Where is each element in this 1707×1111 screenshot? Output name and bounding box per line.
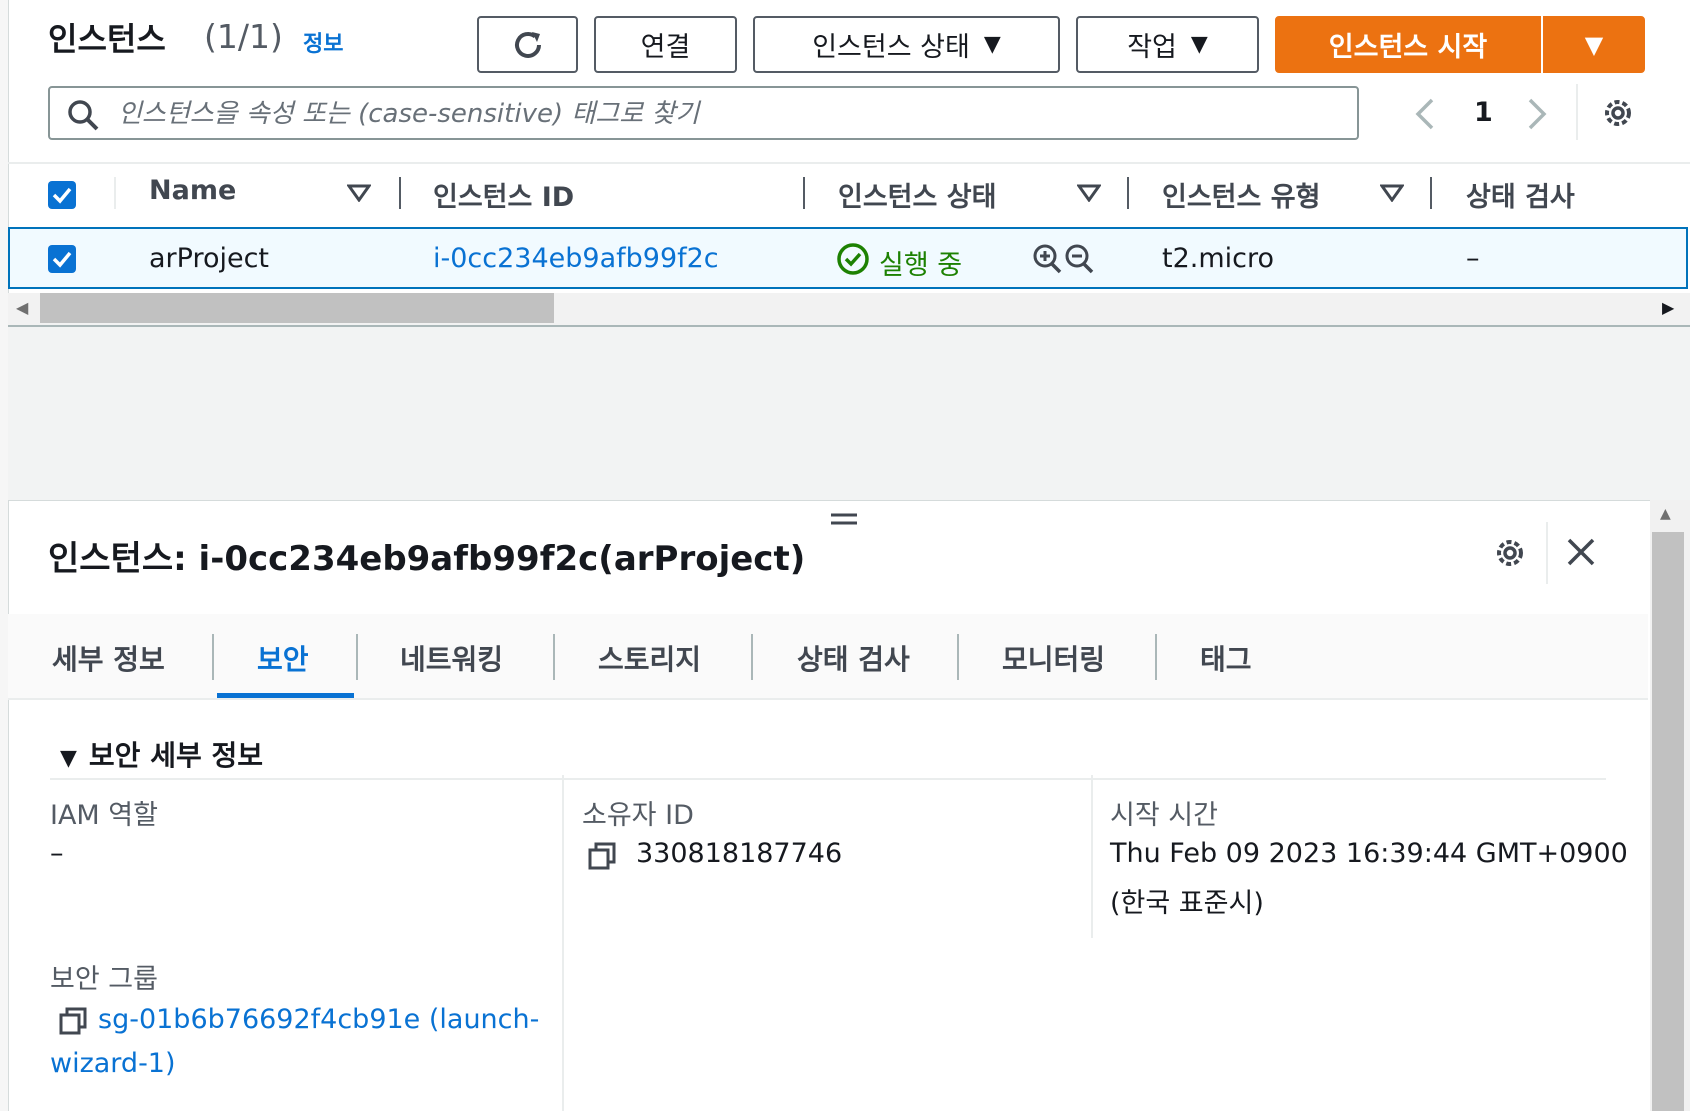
tab-separator — [957, 634, 959, 680]
refresh-button[interactable] — [477, 16, 578, 73]
scroll-left-arrow-icon[interactable]: ◀ — [16, 298, 28, 317]
launch-time-label: 시작 시간 — [1110, 800, 1218, 831]
owner-id-value: 330818187746 — [636, 838, 843, 869]
section-header[interactable]: ▼ 보안 세부 정보 — [60, 734, 263, 774]
tab-separator — [356, 634, 358, 680]
column-separator — [399, 177, 401, 209]
left-edge — [0, 0, 9, 1111]
page-title: 인스턴스 — [48, 20, 166, 58]
security-group-link-cont[interactable]: wizard-1) — [50, 1048, 176, 1079]
copy-icon[interactable] — [58, 1006, 88, 1036]
caret-down-icon: ▼ — [1584, 30, 1604, 59]
tab-tags[interactable]: 태그 — [1200, 638, 1252, 678]
column-separator — [114, 177, 116, 209]
connect-label: 연결 — [640, 32, 691, 63]
split-panel-gap — [8, 327, 1690, 500]
section-title: 보안 세부 정보 — [88, 739, 263, 772]
check-circle-icon — [837, 243, 869, 275]
checkmark-icon — [52, 187, 72, 204]
search-icon — [68, 100, 99, 131]
security-groups-label: 보안 그룹 — [50, 964, 158, 995]
iam-role-label: IAM 역할 — [50, 800, 158, 831]
scroll-right-arrow-icon[interactable]: ▶ — [1662, 298, 1674, 317]
scrollbar-thumb[interactable] — [1652, 532, 1684, 1111]
column-separator — [803, 177, 805, 209]
chevron-right-icon[interactable] — [1522, 96, 1552, 132]
vertical-scrollbar[interactable]: ▲ — [1650, 500, 1690, 1111]
cell-instance-state: 실행 중 — [879, 250, 963, 281]
column-header-instance-id[interactable]: 인스턴스 ID — [433, 175, 574, 214]
iam-role-value: – — [50, 838, 64, 869]
tab-security[interactable]: 보안 — [257, 638, 309, 678]
chevron-left-icon[interactable] — [1410, 96, 1440, 132]
drag-handle-icon[interactable] — [830, 512, 858, 526]
zoom-in-icon[interactable] — [1032, 243, 1062, 275]
caret-down-icon: ▼ — [1190, 32, 1208, 57]
tab-networking[interactable]: 네트워킹 — [400, 638, 503, 678]
search-input[interactable] — [116, 94, 1340, 134]
column-header-status-check[interactable]: 상태 검사 — [1466, 175, 1575, 214]
panel-top-border — [8, 500, 1690, 501]
instance-state-dropdown[interactable]: 인스턴스 상태 ▼ — [753, 16, 1060, 73]
instance-state-label: 인스턴스 상태 — [812, 32, 970, 63]
settings-gear-icon[interactable] — [1600, 95, 1636, 131]
sort-icon[interactable] — [1077, 184, 1101, 202]
tab-separator — [212, 634, 214, 680]
column-header-instance-type[interactable]: 인스턴스 유형 — [1162, 175, 1320, 214]
settings-gear-icon[interactable] — [1492, 535, 1528, 571]
actions-dropdown[interactable]: 작업 ▼ — [1076, 16, 1259, 73]
tab-status-checks[interactable]: 상태 검사 — [797, 638, 910, 678]
tab-monitoring[interactable]: 모니터링 — [1002, 638, 1105, 678]
table-top-border — [8, 162, 1690, 164]
scroll-up-arrow-icon[interactable]: ▲ — [1660, 506, 1671, 522]
close-icon[interactable] — [1566, 537, 1596, 567]
column-divider — [562, 775, 564, 1111]
info-link[interactable]: 정보 — [303, 26, 343, 58]
divider — [1576, 84, 1578, 140]
zoom-out-icon[interactable] — [1064, 243, 1094, 275]
detail-panel-title: 인스턴스: i-0cc234eb9afb99f2c(arProject) — [48, 539, 806, 579]
tab-storage[interactable]: 스토리지 — [598, 638, 701, 678]
instance-count: (1/1) — [204, 17, 283, 56]
scrollbar-thumb[interactable] — [40, 293, 554, 323]
checkmark-icon — [52, 251, 72, 268]
launch-instance-button[interactable]: 인스턴스 시작 — [1275, 16, 1541, 73]
security-group-link[interactable]: sg-01b6b76692f4cb91e (launch- — [98, 1004, 539, 1035]
tab-separator — [1155, 634, 1157, 680]
column-separator — [1430, 177, 1432, 209]
connect-button[interactable]: 연결 — [594, 16, 737, 73]
horizontal-scrollbar[interactable]: ◀ ▶ — [8, 293, 1690, 327]
sort-icon[interactable] — [347, 184, 371, 202]
actions-label: 작업 — [1127, 32, 1177, 63]
page-number[interactable]: 1 — [1474, 97, 1493, 128]
owner-id-label: 소유자 ID — [582, 800, 694, 831]
column-divider — [1091, 775, 1093, 938]
select-all-checkbox[interactable] — [48, 181, 76, 209]
launch-time-timezone: (한국 표준시) — [1110, 888, 1264, 919]
column-separator — [1127, 177, 1129, 209]
sort-icon[interactable] — [1380, 184, 1404, 202]
copy-icon[interactable] — [587, 841, 617, 871]
cell-status-check: – — [1466, 243, 1480, 274]
search-box[interactable] — [48, 86, 1359, 140]
refresh-icon — [514, 31, 541, 58]
section-divider — [50, 778, 1606, 780]
divider — [1546, 522, 1548, 584]
column-header-instance-state[interactable]: 인스턴스 상태 — [838, 175, 996, 214]
caret-down-icon: ▼ — [60, 746, 77, 771]
caret-down-icon: ▼ — [983, 32, 1001, 57]
launch-time-value: Thu Feb 09 2023 16:39:44 GMT+0900 — [1110, 838, 1628, 869]
tab-separator — [553, 634, 555, 680]
tab-separator — [751, 634, 753, 680]
tab-details[interactable]: 세부 정보 — [52, 638, 165, 678]
active-tab-indicator — [217, 693, 354, 698]
cell-name: arProject — [149, 243, 270, 274]
cell-instance-id-link[interactable]: i-0cc234eb9afb99f2c — [433, 243, 719, 274]
launch-dropdown-button[interactable]: ▼ — [1543, 16, 1645, 73]
row-checkbox[interactable] — [48, 245, 76, 273]
launch-label: 인스턴스 시작 — [1328, 32, 1488, 63]
column-header-name[interactable]: Name — [149, 175, 236, 206]
cell-instance-type: t2.micro — [1162, 243, 1275, 274]
